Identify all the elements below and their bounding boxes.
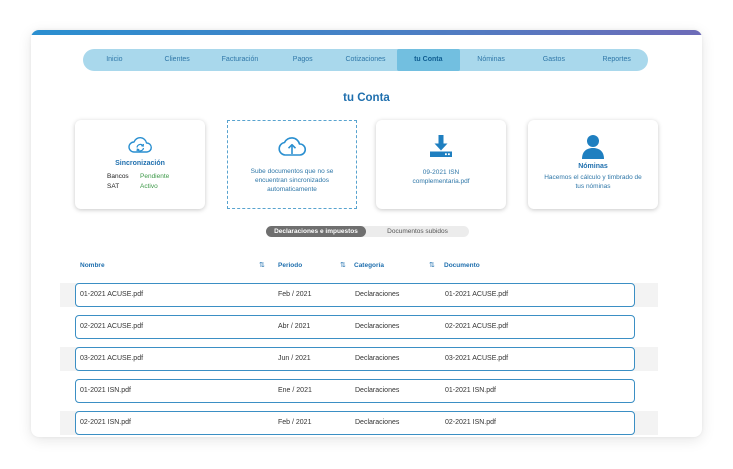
- sync-row-bancos: Bancos Pendiente: [107, 173, 169, 180]
- cell-periodo: Ene / 2021: [278, 387, 312, 394]
- cloud-sync-icon: [75, 134, 205, 156]
- table-row[interactable]: 03-2021 ACUSE.pdf Jun / 2021 Declaracion…: [75, 347, 635, 371]
- cell-nombre: 02-2021 ACUSE.pdf: [80, 323, 144, 330]
- sort-icon[interactable]: ⇅: [259, 261, 265, 269]
- nav-item-nominas[interactable]: Nóminas: [460, 49, 523, 71]
- table-row[interactable]: 02-2021 ISN.pdf Feb / 2021 Declaraciones…: [75, 411, 635, 435]
- sync-row-key: SAT: [107, 183, 120, 190]
- sync-row-status: Pendiente: [140, 173, 170, 180]
- page-title: tu Conta: [343, 92, 390, 104]
- nav-item-gastos[interactable]: Gastos: [522, 49, 585, 71]
- app-window: Inicio Clientes Facturación Pagos Cotiza…: [31, 30, 702, 437]
- column-header-periodo[interactable]: Periodo: [278, 262, 302, 269]
- column-header-nombre[interactable]: Nombre: [80, 262, 105, 269]
- table-row[interactable]: 01-2021 ACUSE.pdf Feb / 2021 Declaracion…: [75, 283, 635, 307]
- main-nav: Inicio Clientes Facturación Pagos Cotiza…: [83, 49, 648, 71]
- nav-item-inicio[interactable]: Inicio: [83, 49, 146, 71]
- upload-card-text: Sube documentos que no se encuentran sin…: [250, 168, 334, 193]
- sync-row-sat: SAT Activo: [107, 183, 158, 190]
- nav-item-pagos[interactable]: Pagos: [271, 49, 334, 71]
- cell-categoria: Declaraciones: [355, 355, 400, 362]
- sync-row-status: Activo: [140, 183, 158, 190]
- cell-documento-link[interactable]: 03-2021 ACUSE.pdf: [445, 348, 508, 370]
- payroll-card-text: Hacemos el cálculo y timbrado de tus nóm…: [544, 174, 642, 190]
- nav-item-facturacion[interactable]: Facturación: [209, 49, 272, 71]
- cell-periodo: Abr / 2021: [278, 323, 311, 330]
- download-icon: [376, 134, 506, 158]
- cell-periodo: Jun / 2021: [278, 355, 311, 362]
- isn-download-card[interactable]: 09-2021 ISN complementaria.pdf: [376, 120, 506, 209]
- nav-item-clientes[interactable]: Clientes: [146, 49, 209, 71]
- column-header-documento[interactable]: Documento: [444, 262, 480, 269]
- cell-nombre: 02-2021 ISN.pdf: [80, 419, 131, 426]
- nav-item-cotizaciones[interactable]: Cotizaciones: [334, 49, 397, 71]
- sort-icon[interactable]: ⇅: [340, 261, 346, 269]
- cell-periodo: Feb / 2021: [278, 291, 312, 298]
- sync-card[interactable]: Sincronización Bancos Pendiente SAT Activo: [75, 120, 205, 209]
- sync-card-title: Sincronización: [115, 160, 165, 167]
- nav-item-tu-conta[interactable]: tu Conta: [396, 49, 460, 71]
- cell-documento-link[interactable]: 02-2021 ISN.pdf: [445, 412, 496, 434]
- tab-documentos-subidos[interactable]: Documentos subidos: [366, 226, 469, 237]
- isn-card-text: 09-2021 ISN complementaria.pdf: [412, 169, 470, 185]
- cell-categoria: Declaraciones: [355, 323, 400, 330]
- cloud-upload-icon: [228, 132, 356, 160]
- cell-documento-link[interactable]: 01-2021 ISN.pdf: [445, 380, 496, 402]
- cell-categoria: Declaraciones: [355, 419, 400, 426]
- nav-item-reportes[interactable]: Reportes: [585, 49, 648, 71]
- cell-documento-link[interactable]: 01-2021 ACUSE.pdf: [445, 284, 508, 306]
- cell-categoria: Declaraciones: [355, 291, 400, 298]
- cell-nombre: 03-2021 ACUSE.pdf: [80, 355, 144, 362]
- user-icon: [528, 134, 658, 160]
- sync-row-key: Bancos: [107, 173, 129, 180]
- cell-nombre: 01-2021 ACUSE.pdf: [80, 291, 144, 298]
- cell-periodo: Feb / 2021: [278, 419, 312, 426]
- cell-nombre: 01-2021 ISN.pdf: [80, 387, 131, 394]
- payroll-card[interactable]: Nóminas Hacemos el cálculo y timbrado de…: [528, 120, 658, 209]
- table-row[interactable]: 02-2021 ACUSE.pdf Abr / 2021 Declaracion…: [75, 315, 635, 339]
- upload-dropzone[interactable]: Sube documentos que no se encuentran sin…: [227, 120, 357, 209]
- sort-icon[interactable]: ⇅: [429, 261, 435, 269]
- cell-categoria: Declaraciones: [355, 387, 400, 394]
- documents-toggle: Declaraciones e impuestos Documentos sub…: [266, 226, 469, 237]
- cell-documento-link[interactable]: 02-2021 ACUSE.pdf: [445, 316, 508, 338]
- payroll-card-title: Nóminas: [578, 163, 608, 170]
- column-header-categoria[interactable]: Categoría: [354, 262, 384, 269]
- table-row[interactable]: 01-2021 ISN.pdf Ene / 2021 Declaraciones…: [75, 379, 635, 403]
- tab-declaraciones[interactable]: Declaraciones e impuestos: [266, 226, 366, 237]
- top-accent-bar: [31, 30, 702, 35]
